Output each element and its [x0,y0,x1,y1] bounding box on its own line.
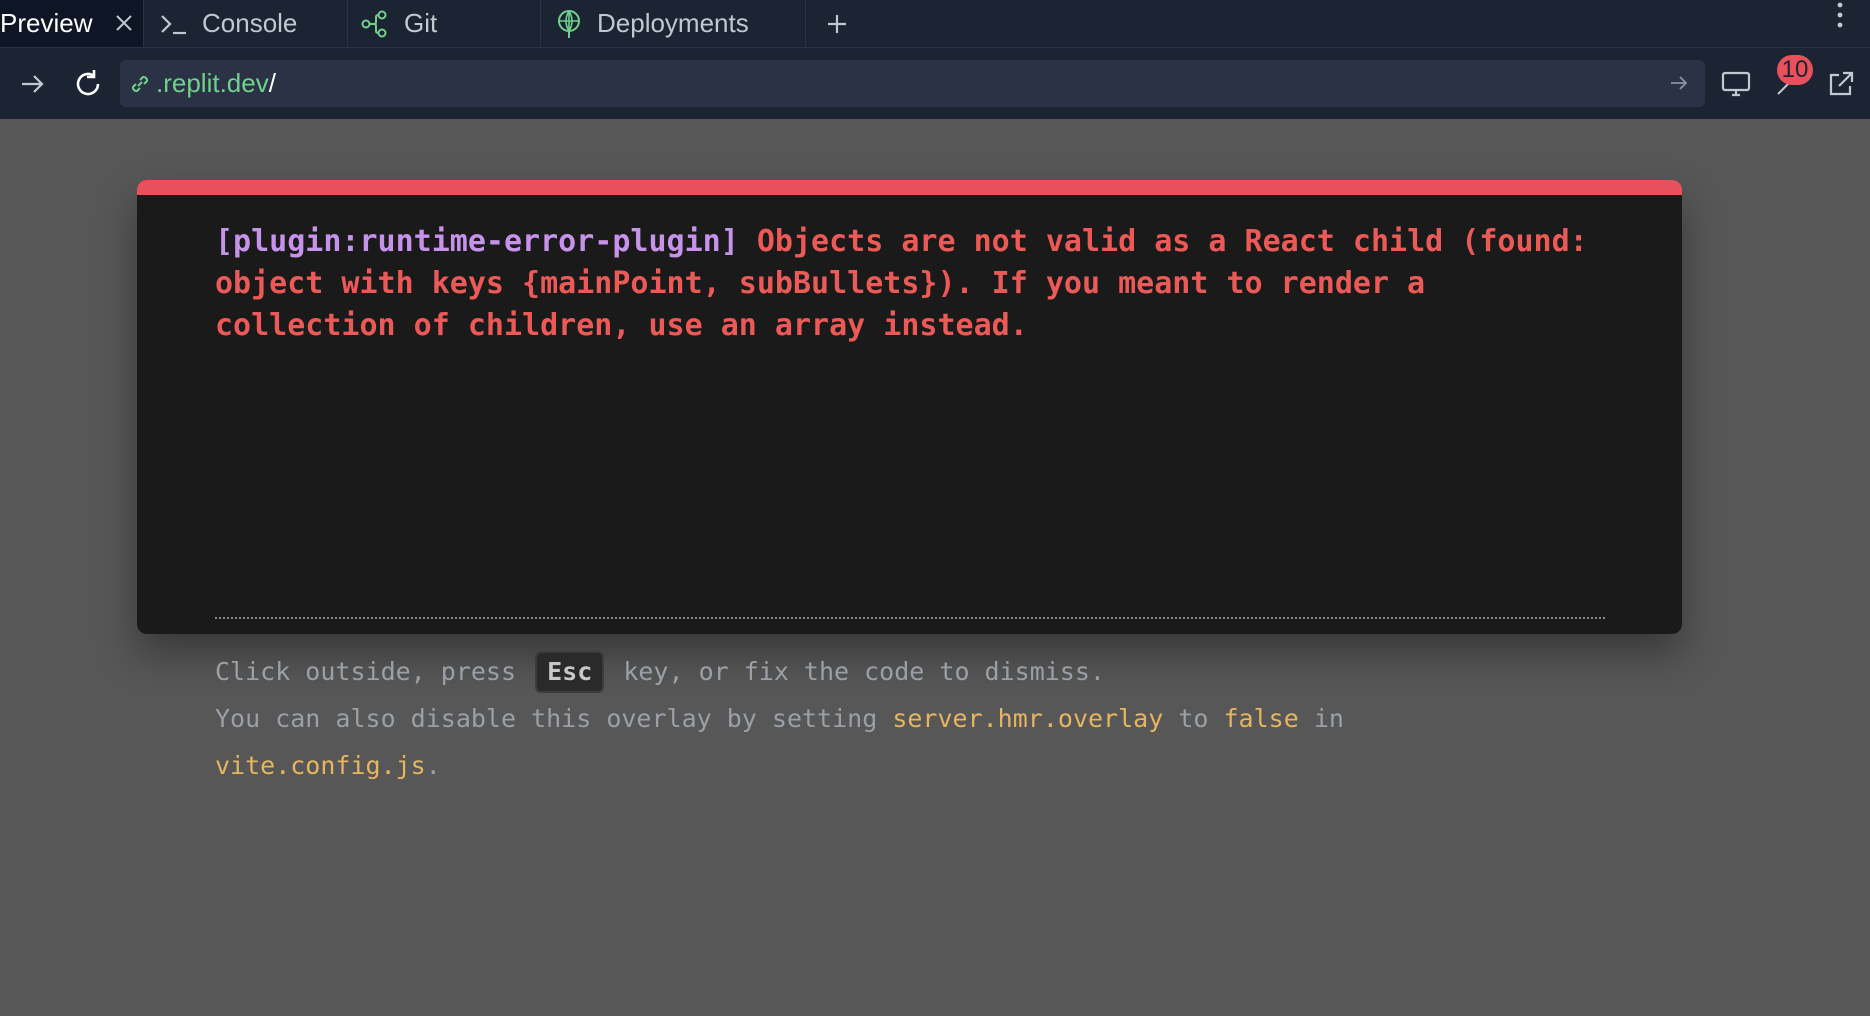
navigate-arrow-icon[interactable] [1665,69,1693,97]
tip2-text-b: to [1178,704,1209,733]
hmr-overlay-setting: server.hmr.overlay [892,704,1164,733]
tab-deployments-label: Deployments [597,8,749,38]
url-input[interactable]: .replit.dev / [120,60,1705,107]
dismiss-tip: Click outside, press Esc key, or fix the… [215,648,1615,789]
tip2-end: . [425,751,441,780]
esc-key: Esc [535,651,605,693]
tab-git-label: Git [404,8,438,38]
git-branch-icon [360,9,390,39]
false-value: false [1223,704,1299,733]
config-file-name: vite.config.js [215,751,426,780]
error-count-badge: 10 [1777,55,1813,85]
reload-button[interactable] [68,64,108,104]
tab-git[interactable]: Git [360,0,540,47]
forward-button[interactable] [12,64,52,104]
tip2-text-c: in [1313,704,1344,733]
tab-preview-label: Preview [0,8,93,38]
tab-console-label: Console [202,8,298,38]
error-message: [plugin:runtime-error-plugin] Objects ar… [215,221,1615,347]
tip-line-1: Click outside, press Esc key, or fix the… [215,648,1615,695]
error-plugin-name: [plugin:runtime-error-plugin] [215,224,739,259]
tab-bar: Preview Console Git Deployments [0,0,1870,48]
tab-console[interactable]: Console [160,0,346,47]
add-tab-button[interactable] [822,0,852,47]
tip-prefix: Click outside, press [215,657,517,686]
address-bar-row: .replit.dev/ 10 [0,48,1870,119]
more-options-icon[interactable] [1830,0,1850,30]
url-host: .replit.dev [156,68,269,98]
tip-line-2: You can also disable this overlay by set… [215,695,1615,742]
device-preview-button[interactable] [1716,64,1756,104]
divider [215,617,1605,619]
link-icon [128,72,152,96]
tip2-text-a: You can also disable this overlay by set… [215,704,878,733]
tab-preview[interactable]: Preview [0,0,143,47]
url-path: / [268,68,276,98]
error-overlay[interactable]: [plugin:runtime-error-plugin] Objects ar… [137,180,1682,780]
open-in-new-tab-button[interactable] [1821,64,1861,104]
tip-line-3: vite.config.js. [215,742,1615,789]
close-icon[interactable] [113,12,135,34]
tab-deployments[interactable]: Deployments [555,0,805,47]
tip-suffix: key, or fix the code to dismiss. [623,657,1105,686]
terminal-icon [160,12,188,36]
globe-icon [555,8,583,40]
